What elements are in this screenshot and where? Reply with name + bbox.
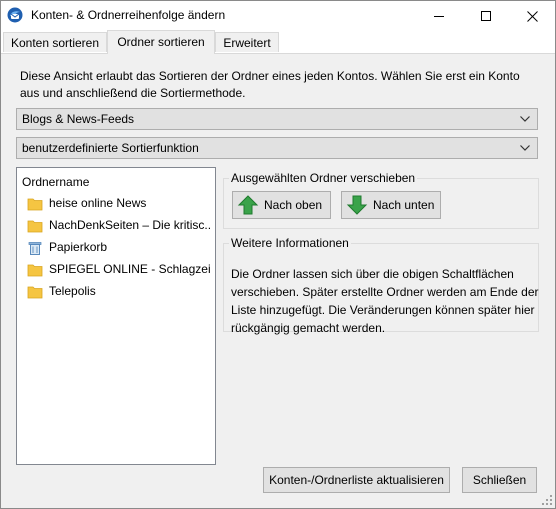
list-item[interactable]: Papierkorb bbox=[27, 238, 215, 258]
folder-list[interactable]: Ordnername heise online News NachDenkSei… bbox=[16, 167, 216, 465]
minimize-icon bbox=[434, 16, 444, 17]
list-item[interactable]: heise online News bbox=[27, 194, 215, 214]
close-icon bbox=[526, 10, 538, 22]
move-up-label: Nach oben bbox=[264, 198, 323, 212]
folder-label: NachDenkSeiten – Die kritisc... bbox=[49, 218, 211, 232]
minimize-button[interactable] bbox=[416, 1, 462, 31]
maximize-icon bbox=[481, 11, 491, 21]
folder-icon bbox=[27, 198, 43, 211]
list-item[interactable]: Telepolis bbox=[27, 282, 215, 302]
tab-ordner-sortieren[interactable]: Ordner sortieren bbox=[107, 30, 215, 54]
move-up-button[interactable]: Nach oben bbox=[232, 191, 331, 219]
move-down-label: Nach unten bbox=[373, 198, 435, 212]
account-select[interactable]: Blogs & News-Feeds bbox=[16, 108, 538, 130]
trash-icon bbox=[28, 242, 42, 255]
move-down-button[interactable]: Nach unten bbox=[341, 191, 441, 219]
folder-label: SPIEGEL ONLINE - Schlagzeil... bbox=[49, 262, 211, 276]
move-group-legend: Ausgewählten Ordner verschieben bbox=[231, 171, 416, 185]
column-header-ordnername[interactable]: Ordnername bbox=[22, 175, 89, 189]
window-title: Konten- & Ordnerreihenfolge ändern bbox=[31, 8, 226, 22]
title-bar: Konten- & Ordnerreihenfolge ändern bbox=[1, 1, 555, 31]
arrow-up-icon bbox=[237, 195, 259, 215]
chevron-down-icon bbox=[520, 116, 530, 122]
info-group: Weitere Informationen Die Ordner lassen … bbox=[223, 236, 539, 335]
resize-grip-icon[interactable] bbox=[541, 494, 553, 506]
info-group-legend: Weitere Informationen bbox=[231, 236, 349, 250]
close-button[interactable]: Schließen bbox=[462, 467, 537, 493]
folder-icon bbox=[27, 264, 43, 277]
refresh-list-button[interactable]: Konten-/Ordnerliste aktualisieren bbox=[263, 467, 450, 493]
arrow-down-icon bbox=[346, 195, 368, 215]
close-window-button[interactable] bbox=[509, 1, 555, 31]
folder-icon bbox=[27, 286, 43, 299]
description-text: Diese Ansicht erlaubt das Sortieren der … bbox=[20, 69, 520, 100]
tab-erweitert[interactable]: Erweitert bbox=[215, 32, 279, 52]
tab-divider bbox=[1, 53, 555, 54]
list-item[interactable]: NachDenkSeiten – Die kritisc... bbox=[27, 216, 215, 236]
tab-strip: Konten sortieren Ordner sortieren Erweit… bbox=[1, 30, 555, 54]
dialog-window: Konten- & Ordnerreihenfolge ändern Konte… bbox=[0, 0, 556, 509]
folder-label: Telepolis bbox=[49, 284, 96, 298]
folder-label: Papierkorb bbox=[49, 240, 108, 254]
folder-icon bbox=[27, 220, 43, 233]
maximize-button[interactable] bbox=[463, 1, 509, 31]
sort-method-select[interactable]: benutzerdefinierte Sortierfunktion bbox=[16, 137, 538, 159]
info-text: Die Ordner lassen sich über die obigen S… bbox=[231, 267, 539, 335]
tab-konten-sortieren[interactable]: Konten sortieren bbox=[3, 32, 107, 52]
list-item[interactable]: SPIEGEL ONLINE - Schlagzeil... bbox=[27, 260, 215, 280]
thunderbird-app-icon bbox=[7, 7, 23, 23]
chevron-down-icon bbox=[520, 145, 530, 151]
folder-label: heise online News bbox=[49, 196, 147, 210]
account-select-value: Blogs & News-Feeds bbox=[22, 112, 135, 126]
sort-method-value: benutzerdefinierte Sortierfunktion bbox=[22, 141, 199, 155]
